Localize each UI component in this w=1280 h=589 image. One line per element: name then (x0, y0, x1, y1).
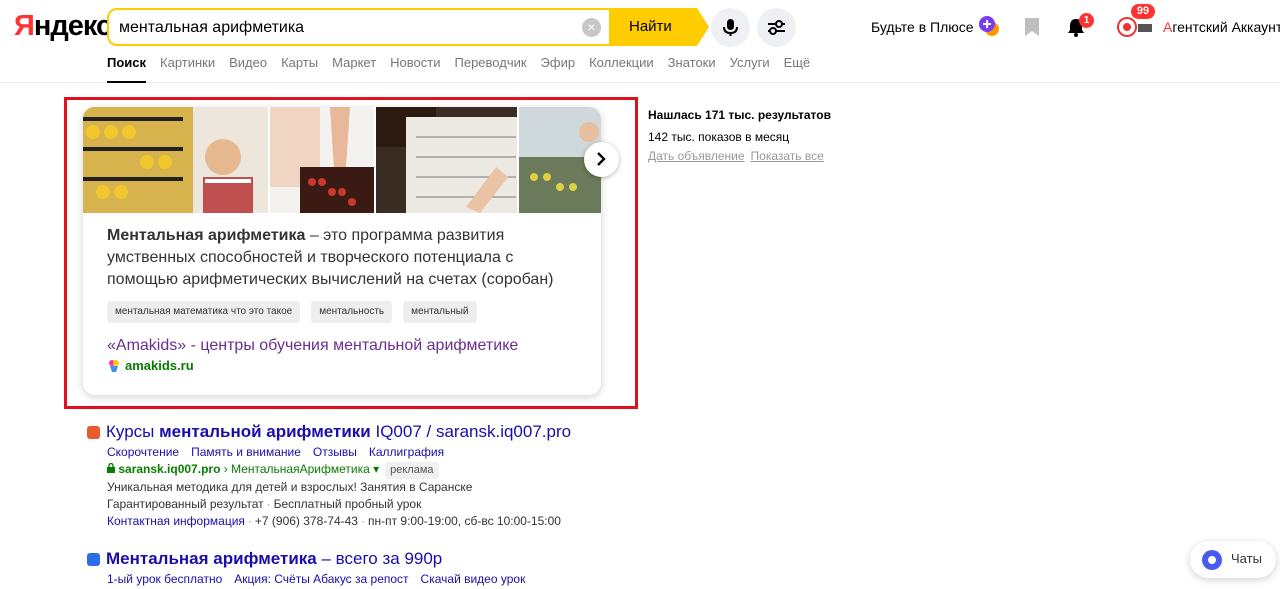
notifications-badge: 1 (1079, 13, 1094, 28)
card-domain-text: amakids.ru (125, 358, 194, 373)
sitelinks: Скорочтение Память и внимание Отзывы Каллиг… (87, 444, 571, 461)
search-tabs: Поиск Картинки Видео Карты Маркет Новости Пере… (107, 55, 824, 83)
result-url-path: МентальнаяАрифметика (231, 462, 370, 476)
show-all-link[interactable]: Показать все (751, 149, 824, 163)
tab-7[interactable]: Эфир (541, 55, 576, 83)
phone-number[interactable]: +7 (906) 378-74-43 (255, 514, 358, 528)
chats-label: Чаты (1231, 551, 1262, 566)
monthly-shows: 142 тыс. показов в месяц (648, 130, 790, 144)
results-count: Нашлась 171 тыс. результатов (648, 108, 831, 122)
result-url-row: saransk.iq007.pro › МентальнаяАрифметика… (87, 461, 571, 479)
mathkids-favicon (87, 552, 100, 566)
tab-9[interactable]: Знатоки (668, 55, 716, 83)
card-description-term: Ментальная арифметика (107, 227, 306, 244)
yandex-logo[interactable]: Яндекс (14, 10, 112, 43)
chats-button[interactable]: Чаты (1190, 541, 1276, 578)
result-title[interactable]: Курсы ментальной арифметики IQ007 / sara… (87, 422, 571, 442)
gallery-image-hands-abacus[interactable] (270, 107, 374, 213)
tab-3[interactable]: Карты (281, 55, 318, 83)
search-settings-button[interactable] (757, 8, 796, 47)
tab-4[interactable]: Маркет (332, 55, 376, 83)
search-result: Курсы ментальной арифметики IQ007 / sara… (87, 422, 571, 530)
result-title[interactable]: Ментальная арифметика – всего за 990р (87, 549, 537, 569)
chevron-right-icon (597, 152, 606, 166)
result-title-text: Ментальная арифметика – всего за 990р (106, 549, 442, 569)
gallery-image-worksheet[interactable] (375, 107, 518, 213)
title-bold: ментальной арифметики (159, 422, 371, 441)
title-bold: Ментальная арифметика (106, 549, 317, 568)
bookmark-icon[interactable] (1023, 17, 1041, 37)
place-ad-link[interactable]: Дать объявление (648, 149, 745, 163)
clear-icon[interactable]: × (582, 18, 601, 37)
account-name[interactable]: Агентский Аккаунт (1163, 19, 1280, 35)
sliders-icon (768, 20, 785, 35)
account-name-rest: гентский Аккаунт (1172, 19, 1280, 35)
logo-first-letter: Я (14, 10, 35, 42)
iq007-favicon (87, 425, 100, 439)
lock-icon (107, 462, 115, 473)
sitelink[interactable]: Акция: Счёты Абакус за репост (234, 572, 408, 586)
wizard-card: Ментальная арифметика – это программа ра… (83, 107, 601, 395)
card-description: Ментальная арифметика – это программа ра… (107, 225, 587, 291)
voice-search-button[interactable] (711, 8, 750, 47)
result-features: Гарантированный результат · Бесплатный про… (107, 497, 422, 511)
plus-link[interactable]: Будьте в Плюсе (871, 19, 974, 35)
related-chips: ментальная математика что это такое мента… (107, 301, 477, 323)
tab-0[interactable]: Поиск (107, 55, 147, 83)
sitelink[interactable]: 1-ый урок бесплатно (107, 572, 222, 586)
account-name-first-letter: А (1163, 19, 1173, 35)
gallery-image-abacus-boy[interactable] (83, 107, 269, 213)
find-button[interactable]: Найти (609, 8, 709, 46)
search-result: Ментальная арифметика – всего за 990р 1-… (87, 549, 537, 588)
result-contacts: Контактная информация · +7 (906) 378-74-43… (107, 514, 561, 528)
working-hours: пн-пт 9:00-19:00, сб-вс 10:00-15:00 (367, 514, 561, 528)
tab-11[interactable]: Ещё (784, 55, 811, 83)
related-query-chip[interactable]: ментальный (403, 301, 477, 323)
avatar-badge: 99 (1131, 4, 1155, 19)
tab-6[interactable]: Переводчик (455, 55, 527, 83)
tab-1[interactable]: Картинки (160, 55, 215, 83)
header: Яндекс × Найти Будьте в Плюсе 1 (0, 0, 1280, 83)
sitelinks: 1-ый урок бесплатно Акция: Счёты Абакус з… (87, 571, 537, 588)
search-input[interactable] (119, 17, 569, 39)
result-url-domain: saransk.iq007.pro (118, 462, 221, 476)
chat-icon (1202, 550, 1222, 570)
title-suffix: – всего за 990р (316, 549, 443, 568)
ad-badge: реклама (385, 462, 439, 479)
sitelink[interactable]: Каллиграфия (369, 445, 444, 459)
plus-icon[interactable] (978, 15, 1000, 37)
sitelink[interactable]: Память и внимание (191, 445, 301, 459)
sitelink[interactable]: Скорочтение (107, 445, 179, 459)
tab-8[interactable]: Коллекции (589, 55, 654, 83)
tab-5[interactable]: Новости (390, 55, 440, 83)
gallery-next-button[interactable] (584, 142, 619, 177)
result-title-text: Курсы ментальной арифметики IQ007 / sara… (106, 422, 571, 442)
card-source-link[interactable]: «Amakids» - центры обучения ментальной а… (107, 337, 518, 355)
image-gallery (83, 107, 601, 213)
result-url[interactable]: saransk.iq007.pro › МентальнаяАрифметика… (107, 462, 379, 476)
title-suffix: IQ007 / saransk.iq007.pro (370, 422, 572, 441)
sitelink[interactable]: Скачай видео урок (421, 572, 526, 586)
contact-info-link[interactable]: Контактная информация (107, 514, 245, 528)
related-query-chip[interactable]: ментальная математика что это такое (107, 301, 301, 323)
search-box: × Найти (107, 8, 709, 46)
results-summary: Нашлась 171 тыс. результатов 142 тыс. по… (648, 108, 831, 163)
sitelink[interactable]: Отзывы (313, 445, 357, 459)
result-text: Уникальная методика для детей и взрослых… (107, 480, 473, 494)
title-prefix: Курсы (106, 422, 160, 441)
tab-2[interactable]: Видео (229, 55, 267, 83)
tab-10[interactable]: Услуги (730, 55, 770, 83)
related-query-chip[interactable]: ментальность (311, 301, 393, 323)
card-domain[interactable]: amakids.ru (107, 358, 194, 373)
microphone-icon (723, 19, 738, 36)
feature-text: Гарантированный результат (107, 497, 264, 511)
amakids-favicon (109, 359, 119, 372)
feature-text: Бесплатный пробный урок (273, 497, 422, 511)
logo-rest: ндекс (33, 10, 112, 42)
